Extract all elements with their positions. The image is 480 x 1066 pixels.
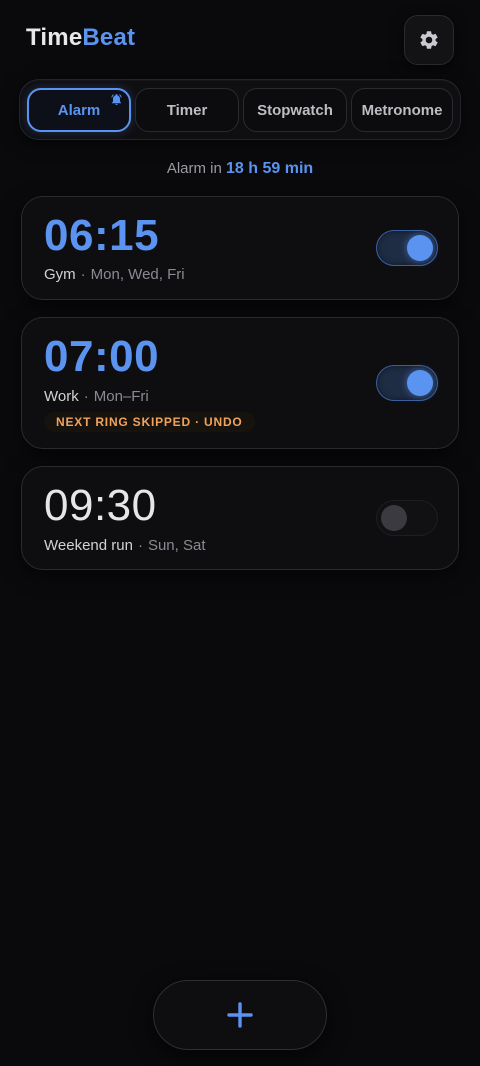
- alarm-time: 07:00: [44, 332, 160, 381]
- toggle-knob: [381, 505, 407, 531]
- alarm-label: Weekend run: [44, 537, 133, 554]
- alarm-toggle[interactable]: [376, 500, 438, 536]
- alarm-meta: Weekend run · Sun, Sat: [44, 537, 206, 554]
- logo-part-beat: Beat: [82, 24, 136, 51]
- toggle-knob: [407, 370, 433, 396]
- tab-timer[interactable]: Timer: [135, 88, 239, 132]
- tab-metronome-label: Metronome: [361, 101, 443, 119]
- tab-metronome[interactable]: Metronome: [351, 88, 453, 132]
- settings-button[interactable]: [404, 15, 454, 65]
- alarm-meta: Gym · Mon, Wed, Fri: [44, 266, 185, 283]
- tab-timer-label: Timer: [166, 101, 208, 119]
- toggle-knob: [407, 235, 433, 261]
- alarm-separator: ·: [83, 388, 89, 405]
- logo-part-time: Time: [26, 24, 83, 51]
- tab-stopwatch-label: Stopwatch: [257, 101, 333, 119]
- next-alarm-value: 18 h 59 min: [226, 160, 314, 177]
- alarm-separator: ·: [137, 537, 143, 554]
- bell-icon: [111, 94, 122, 105]
- app-root: TimeBeat Alarm Timer Stopwatch Metronome…: [0, 0, 480, 1066]
- app-logo: TimeBeat: [26, 24, 135, 52]
- alarm-meta: Work · Mon–Fri: [44, 388, 149, 405]
- tab-stopwatch[interactable]: Stopwatch: [243, 88, 347, 132]
- alarm-separator: ·: [80, 266, 86, 283]
- header: TimeBeat: [0, 0, 480, 78]
- alarm-toggle[interactable]: [376, 365, 438, 401]
- skip-undo-badge[interactable]: NEXT RING SKIPPED · UNDO: [44, 412, 255, 432]
- alarm-card[interactable]: 09:30 Weekend run · Sun, Sat: [21, 466, 459, 570]
- tab-alarm-label: Alarm: [57, 101, 101, 119]
- tab-alarm[interactable]: Alarm: [27, 88, 131, 132]
- add-alarm-button[interactable]: [153, 980, 327, 1050]
- alarm-days: Mon–Fri: [93, 388, 149, 405]
- alarm-days: Sun, Sat: [147, 537, 206, 554]
- plus-icon: [227, 1002, 253, 1028]
- alarm-time: 09:30: [44, 481, 157, 530]
- gear-icon: [420, 31, 438, 49]
- alarm-label: Work: [44, 388, 79, 405]
- alarm-toggle[interactable]: [376, 230, 438, 266]
- mode-tabs: Alarm Timer Stopwatch Metronome: [19, 79, 461, 140]
- alarm-days: Mon, Wed, Fri: [90, 266, 185, 283]
- next-alarm-countdown: Alarm in 18 h 59 min: [0, 160, 480, 178]
- next-alarm-prefix: Alarm in: [166, 160, 222, 177]
- alarm-card[interactable]: 07:00 Work · Mon–Fri NEXT RING SKIPPED · U…: [21, 317, 459, 449]
- alarm-card[interactable]: 06:15 Gym · Mon, Wed, Fri: [21, 196, 459, 300]
- alarm-time: 06:15: [44, 211, 160, 260]
- alarm-label: Gym: [44, 266, 76, 283]
